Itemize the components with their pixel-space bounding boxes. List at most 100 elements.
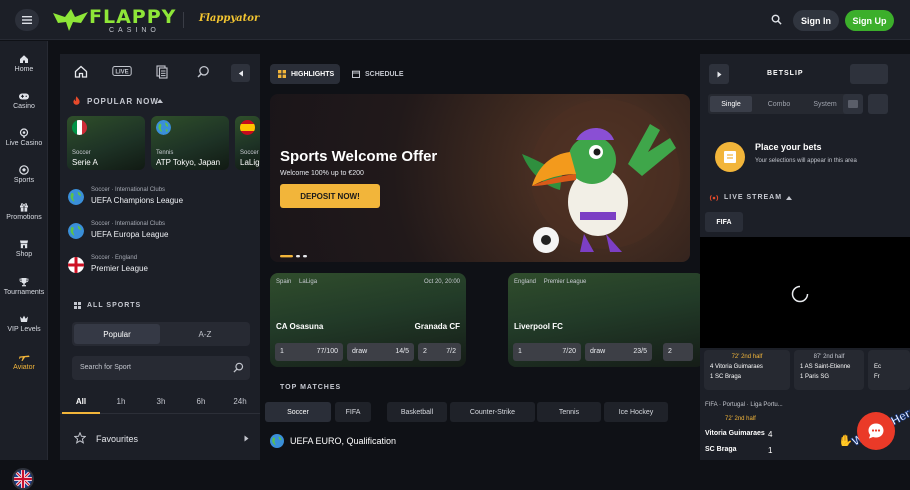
caret-up-icon [157,99,163,103]
main-content: HIGHLIGHTS SCHEDULE Sports Welcome Offer… [262,54,704,460]
nav-aviator[interactable]: Aviator [0,352,48,371]
tab-highlights[interactable]: HIGHLIGHTS [270,64,340,84]
tab-system[interactable]: System [802,94,848,114]
live-match-card[interactable]: Ec Fr [868,350,910,390]
flappyator-link[interactable]: Flappyator [199,13,259,24]
popular-tile[interactable]: Soccer LaLiga [235,116,260,170]
globe-icon [68,223,84,239]
sign-up-button[interactable]: Sign Up [845,10,894,31]
league-item[interactable]: Soccer · International Clubs UEFA Europa… [68,217,258,247]
search-button[interactable] [771,14,782,25]
menu-button[interactable] [15,9,39,31]
nav-sports[interactable]: Sports [0,165,48,184]
place-bets-hint: Your selections will appear in this area [755,158,857,164]
time-tab-all[interactable]: All [61,397,101,406]
match-card[interactable]: Spain LaLiga Oct 20, 20:00 CA Osasuna Gr… [270,273,466,367]
odds-button[interactable]: 2 [663,343,693,361]
brand-logo[interactable]: FLAPPY CASINO [51,5,175,35]
vip-icon [20,315,28,322]
time-tab-6h[interactable]: 6h [181,397,221,406]
favourites-row[interactable]: Favourites [68,426,252,450]
odds-button[interactable]: draw 14/5 [347,343,414,361]
odds-label: 1 [280,348,284,355]
brand-subtitle: CASINO [109,27,160,34]
odds-button[interactable]: 2 7/2 [418,343,461,361]
tab-single[interactable]: Single [710,96,752,112]
league-item[interactable]: Soccer · England Premier League [68,251,258,281]
favourites-label: Favourites [96,434,139,444]
sport-tab-ice-hockey[interactable]: Ice Hockey [604,402,668,422]
home-icon [74,65,88,78]
popular-tile[interactable]: Soccer Serie A [67,116,145,170]
live-button[interactable]: LIVE [112,65,132,77]
match-card[interactable]: England Premier League Liverpool FC 1 7/2… [508,273,704,367]
betslips-button[interactable] [156,65,168,79]
sport-tab-fifa[interactable]: FIFA [335,402,371,422]
odds-value: 23/5 [633,348,647,355]
live-stream-player[interactable] [700,237,910,348]
time-tab-1h[interactable]: 1h [101,397,141,406]
tab-combo[interactable]: Combo [756,94,802,114]
live-team-1: 1 AS Saint-Etienne [800,364,851,370]
trophy-icon [19,278,29,287]
tab-schedule[interactable]: SCHEDULE [346,64,408,84]
language-selector[interactable] [12,468,34,490]
live-team-2: Fr [874,374,880,380]
all-sports-label: ALL SPORTS [87,302,142,309]
time-tab-24h[interactable]: 24h [220,397,260,406]
settings-button[interactable] [843,94,863,114]
nav-label: Aviator [13,364,35,371]
popular-tile[interactable]: Tennis ATP Tokyo, Japan [151,116,229,170]
spain-flag-icon [240,120,255,135]
league-item[interactable]: Soccer · International Clubs UEFA Champi… [68,183,258,213]
sign-in-button[interactable]: Sign In [793,10,839,31]
chat-button[interactable] [857,412,895,450]
scoreboard-team-1: Vitoria Guimaraes [705,430,765,437]
tab-popular[interactable]: Popular [74,324,160,344]
odds-button[interactable]: 1 7/20 [513,343,581,361]
search-icon [771,14,782,25]
nav-shop[interactable]: Shop [0,239,48,258]
nav-vip-levels[interactable]: VIP Levels [0,314,48,333]
live-match-card[interactable]: 72' 2nd half 4 Vitoria Guimaraes 1 SC Br… [704,350,790,390]
nav-home[interactable]: Home [0,54,48,73]
sport-tab-counter-strike[interactable]: Counter-Strike [450,402,535,422]
scoreboard-time: 72' 2nd half [725,416,756,422]
betslip-toggle[interactable] [850,64,888,84]
expand-betslip-button[interactable] [709,64,729,84]
home-icon [20,55,28,63]
sports-search-button[interactable] [197,65,210,78]
sports-home-button[interactable] [74,65,88,78]
caret-right-icon [244,435,249,442]
betslip-title: BETSLIP [767,70,804,77]
sport-search-input[interactable]: Search for Sport [72,356,250,380]
odds-button[interactable]: 1 77/100 [275,343,343,361]
popular-now-label: POPULAR NOW [87,97,159,106]
live-team-2: 1 Paris SG [800,374,830,380]
star-icon [74,432,86,444]
sport-tab-soccer[interactable]: Soccer [265,402,331,422]
carousel-dots[interactable] [280,255,310,258]
nav-live-casino[interactable]: Live Casino [0,128,48,147]
collapse-sidebar-button[interactable] [231,64,250,82]
tab-a-z[interactable]: A-Z [162,324,248,344]
caret-up-icon [786,196,792,200]
nav-tournaments[interactable]: Tournaments [0,277,48,296]
nav-casino[interactable]: Casino [0,91,48,110]
sport-tab-tennis[interactable]: Tennis [537,402,601,422]
tile-category: Soccer [240,150,259,156]
sport-tab-basketball[interactable]: Basketball [387,402,447,422]
options-button[interactable] [868,94,888,114]
match-league: LaLiga [299,279,318,285]
time-tab-3h[interactable]: 3h [141,397,181,406]
nav-promotions[interactable]: Promotions [0,202,48,221]
promo-banner[interactable]: Sports Welcome Offer Welcome 100% up to … [270,94,690,262]
odds-value: 7/2 [446,348,456,355]
league-header[interactable]: UEFA EURO, Qualification [270,434,396,448]
stream-tab-fifa[interactable]: FIFA [705,212,743,232]
deposit-now-button[interactable]: DEPOSIT NOW! [280,184,380,208]
live-match-card[interactable]: 87' 2nd half 1 AS Saint-Etienne 1 Paris … [794,350,864,390]
place-bets-title: Place your bets [755,142,822,152]
match-date: Oct 20, 20:00 [423,279,460,285]
odds-button[interactable]: draw 23/5 [585,343,652,361]
